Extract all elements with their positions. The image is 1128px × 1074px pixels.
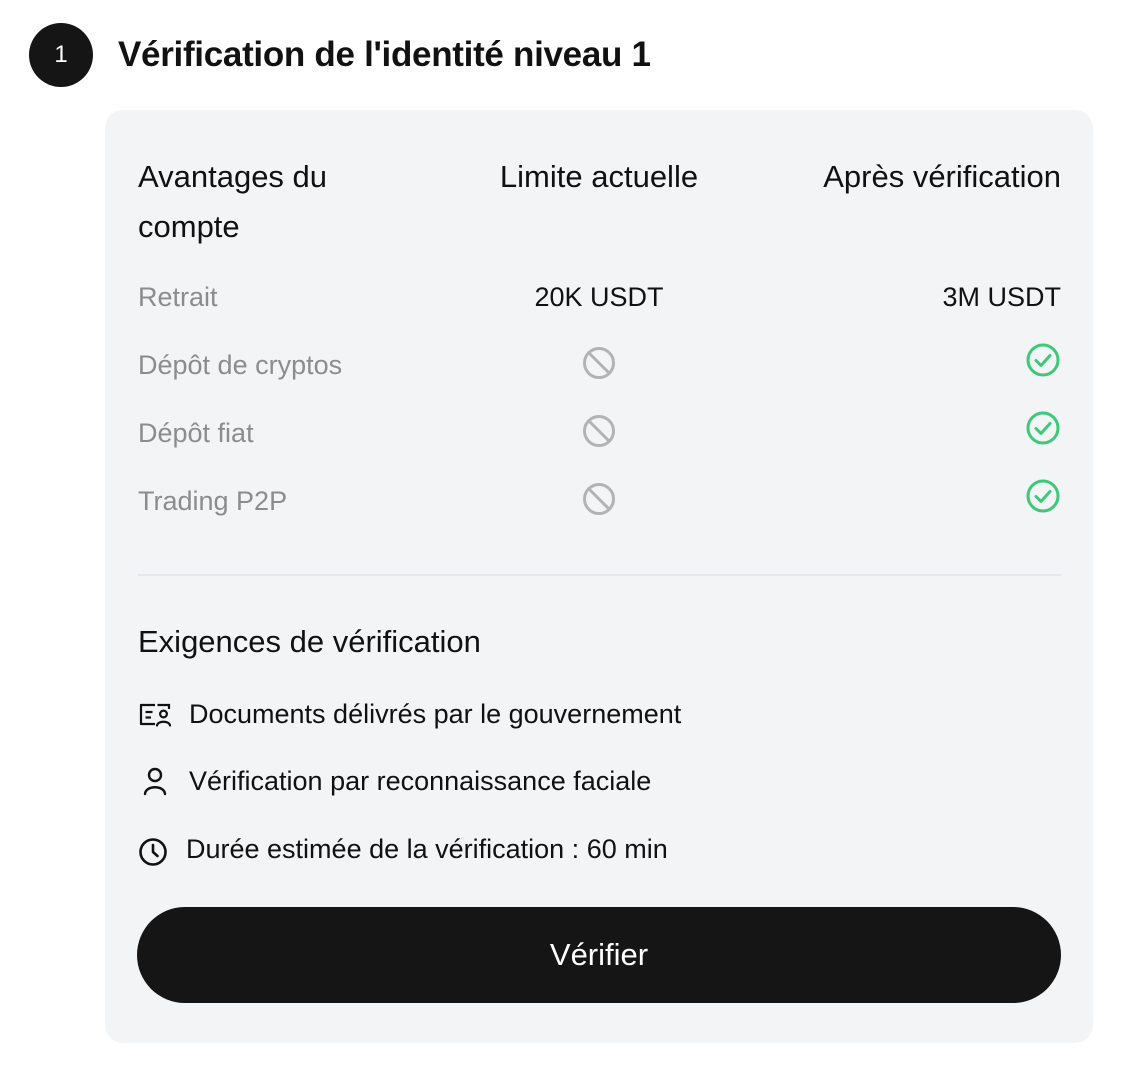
check-circle-icon (1026, 343, 1060, 377)
requirement-text: Documents délivrés par le gouvernement (189, 699, 682, 729)
section-divider (138, 574, 1061, 576)
step-header: 1 Vérification de l'identité niveau 1 (29, 23, 651, 87)
verify-button[interactable]: Vérifier (137, 907, 1061, 1003)
clock-icon (139, 838, 167, 866)
prohibited-icon (583, 415, 615, 447)
person-icon (143, 767, 167, 796)
requirement-item-facial: Vérification par reconnaissance faciale (138, 761, 651, 801)
requirement-text: Durée estimée de la vérification : 60 mi… (186, 834, 668, 864)
step-title: Vérification de l'identité niveau 1 (118, 35, 651, 74)
header-current-limit: Limite actuelle (499, 159, 699, 194)
header-after-verification: Après vérification (823, 159, 1061, 194)
header-benefits: Avantages du compte (138, 159, 328, 244)
current-limit-value: 20K USDT (534, 282, 664, 312)
prohibited-icon (583, 347, 615, 379)
check-circle-icon (1026, 411, 1060, 445)
after-verification-value: 3M USDT (942, 282, 1061, 312)
benefit-label: Dépôt de cryptos (138, 350, 343, 380)
check-circle-icon (1026, 479, 1060, 513)
requirement-item-documents: Documents délivrés par le gouvernement (138, 694, 681, 734)
benefit-label: Retrait (138, 282, 218, 312)
requirement-item-duration: Durée estimée de la vérification : 60 mi… (138, 829, 668, 869)
id-card-icon (139, 703, 172, 727)
benefit-row-p2p-trading: Trading P2P (138, 479, 1061, 521)
benefit-row-crypto-deposit: Dépôt de cryptos (138, 343, 1061, 385)
benefit-row-fiat-deposit: Dépôt fiat (138, 411, 1061, 453)
step-number-badge: 1 (29, 23, 93, 87)
requirements-title: Exigences de vérification (138, 624, 481, 659)
requirement-text: Vérification par reconnaissance faciale (189, 766, 652, 796)
benefit-label: Trading P2P (138, 486, 288, 516)
prohibited-icon (583, 483, 615, 515)
benefit-label: Dépôt fiat (138, 418, 254, 448)
benefit-row-withdrawal: Retrait 20K USDT 3M USDT (138, 277, 1061, 317)
